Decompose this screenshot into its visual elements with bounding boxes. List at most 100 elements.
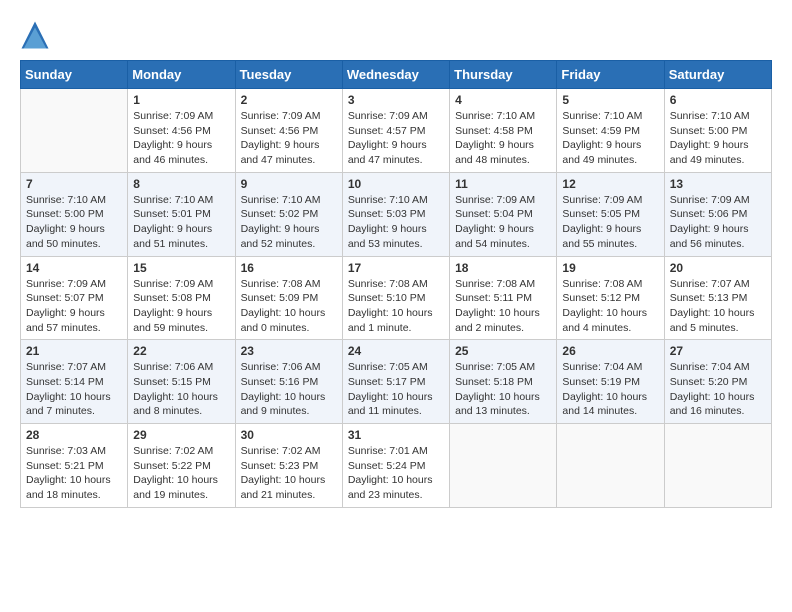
calendar-week-row: 7Sunrise: 7:10 AM Sunset: 5:00 PM Daylig… [21,172,772,256]
calendar-cell: 9 Sunrise: 7:10 AM Sunset: 5:02 PM Daylig… [235,172,342,256]
day-number: 22 [133,344,229,358]
day-info: Sunrise: 7:05 AM Sunset: 5:18 PM Dayligh… [455,360,551,419]
logo-icon [20,20,50,50]
day-number: 20 [670,261,766,275]
day-number: 27 [670,344,766,358]
day-info: Sunrise: 7:10 AM Sunset: 5:01 PM Dayligh… [133,193,229,252]
calendar-cell: 7Sunrise: 7:10 AM Sunset: 5:00 PM Daylig… [21,172,128,256]
day-info: Sunrise: 7:03 AM Sunset: 5:21 PM Dayligh… [26,444,122,503]
day-number: 10 [348,177,444,191]
day-number: 19 [562,261,658,275]
calendar-cell: 1Sunrise: 7:09 AM Sunset: 4:56 PM Daylig… [128,89,235,173]
day-info: Sunrise: 7:09 AM Sunset: 5:08 PM Dayligh… [133,277,229,336]
calendar-header-row: SundayMondayTuesdayWednesdayThursdayFrid… [21,61,772,89]
calendar-cell [557,424,664,508]
header-thursday: Thursday [450,61,557,89]
calendar-cell: 20 Sunrise: 7:07 AM Sunset: 5:13 PM Dayli… [664,256,771,340]
day-info: Sunrise: 7:09 AM Sunset: 5:06 PM Dayligh… [670,193,766,252]
calendar-cell: 18 Sunrise: 7:08 AM Sunset: 5:11 PM Dayli… [450,256,557,340]
day-info: Sunrise: 7:08 AM Sunset: 5:12 PM Dayligh… [562,277,658,336]
day-number: 28 [26,428,122,442]
day-number: 5 [562,93,658,107]
calendar-cell: 26Sunrise: 7:04 AM Sunset: 5:19 PM Dayli… [557,340,664,424]
day-number: 13 [670,177,766,191]
calendar-cell: 3 Sunrise: 7:09 AM Sunset: 4:57 PM Daylig… [342,89,449,173]
calendar-cell: 5Sunrise: 7:10 AM Sunset: 4:59 PM Daylig… [557,89,664,173]
header-wednesday: Wednesday [342,61,449,89]
day-info: Sunrise: 7:10 AM Sunset: 5:00 PM Dayligh… [26,193,122,252]
day-info: Sunrise: 7:07 AM Sunset: 5:13 PM Dayligh… [670,277,766,336]
day-info: Sunrise: 7:09 AM Sunset: 5:05 PM Dayligh… [562,193,658,252]
day-info: Sunrise: 7:01 AM Sunset: 5:24 PM Dayligh… [348,444,444,503]
day-number: 9 [241,177,337,191]
calendar-cell: 21 Sunrise: 7:07 AM Sunset: 5:14 PM Dayli… [21,340,128,424]
calendar-week-row: 28 Sunrise: 7:03 AM Sunset: 5:21 PM Dayli… [21,424,772,508]
calendar-table: SundayMondayTuesdayWednesdayThursdayFrid… [20,60,772,508]
calendar-cell: 29 Sunrise: 7:02 AM Sunset: 5:22 PM Dayli… [128,424,235,508]
day-info: Sunrise: 7:10 AM Sunset: 4:58 PM Dayligh… [455,109,551,168]
calendar-cell: 23 Sunrise: 7:06 AM Sunset: 5:16 PM Dayli… [235,340,342,424]
page-header [20,20,772,50]
calendar-cell [21,89,128,173]
day-number: 14 [26,261,122,275]
calendar-cell: 24 Sunrise: 7:05 AM Sunset: 5:17 PM Dayli… [342,340,449,424]
header-friday: Friday [557,61,664,89]
day-info: Sunrise: 7:09 AM Sunset: 5:07 PM Dayligh… [26,277,122,336]
day-info: Sunrise: 7:09 AM Sunset: 4:57 PM Dayligh… [348,109,444,168]
header-sunday: Sunday [21,61,128,89]
day-info: Sunrise: 7:10 AM Sunset: 5:02 PM Dayligh… [241,193,337,252]
day-number: 21 [26,344,122,358]
day-info: Sunrise: 7:09 AM Sunset: 5:04 PM Dayligh… [455,193,551,252]
calendar-week-row: 1Sunrise: 7:09 AM Sunset: 4:56 PM Daylig… [21,89,772,173]
calendar-cell: 27Sunrise: 7:04 AM Sunset: 5:20 PM Dayli… [664,340,771,424]
calendar-cell: 2 Sunrise: 7:09 AM Sunset: 4:56 PM Daylig… [235,89,342,173]
day-info: Sunrise: 7:07 AM Sunset: 5:14 PM Dayligh… [26,360,122,419]
calendar-cell: 4Sunrise: 7:10 AM Sunset: 4:58 PM Daylig… [450,89,557,173]
calendar-cell: 6 Sunrise: 7:10 AM Sunset: 5:00 PM Daylig… [664,89,771,173]
calendar-cell: 28 Sunrise: 7:03 AM Sunset: 5:21 PM Dayli… [21,424,128,508]
day-number: 25 [455,344,551,358]
day-info: Sunrise: 7:05 AM Sunset: 5:17 PM Dayligh… [348,360,444,419]
calendar-cell: 10 Sunrise: 7:10 AM Sunset: 5:03 PM Dayli… [342,172,449,256]
calendar-cell: 30 Sunrise: 7:02 AM Sunset: 5:23 PM Dayli… [235,424,342,508]
day-info: Sunrise: 7:02 AM Sunset: 5:22 PM Dayligh… [133,444,229,503]
day-number: 2 [241,93,337,107]
calendar-cell: 16Sunrise: 7:08 AM Sunset: 5:09 PM Dayli… [235,256,342,340]
day-info: Sunrise: 7:09 AM Sunset: 4:56 PM Dayligh… [241,109,337,168]
calendar-cell: 8Sunrise: 7:10 AM Sunset: 5:01 PM Daylig… [128,172,235,256]
calendar-cell: 14 Sunrise: 7:09 AM Sunset: 5:07 PM Dayli… [21,256,128,340]
calendar-cell: 25 Sunrise: 7:05 AM Sunset: 5:18 PM Dayli… [450,340,557,424]
day-number: 12 [562,177,658,191]
calendar-cell: 19 Sunrise: 7:08 AM Sunset: 5:12 PM Dayli… [557,256,664,340]
header-tuesday: Tuesday [235,61,342,89]
day-number: 23 [241,344,337,358]
logo [20,20,54,50]
day-number: 30 [241,428,337,442]
calendar-cell: 22Sunrise: 7:06 AM Sunset: 5:15 PM Dayli… [128,340,235,424]
day-number: 6 [670,93,766,107]
calendar-cell: 13 Sunrise: 7:09 AM Sunset: 5:06 PM Dayli… [664,172,771,256]
header-saturday: Saturday [664,61,771,89]
calendar-week-row: 14 Sunrise: 7:09 AM Sunset: 5:07 PM Dayli… [21,256,772,340]
day-info: Sunrise: 7:08 AM Sunset: 5:11 PM Dayligh… [455,277,551,336]
calendar-cell: 11Sunrise: 7:09 AM Sunset: 5:04 PM Dayli… [450,172,557,256]
day-info: Sunrise: 7:02 AM Sunset: 5:23 PM Dayligh… [241,444,337,503]
calendar-week-row: 21 Sunrise: 7:07 AM Sunset: 5:14 PM Dayli… [21,340,772,424]
day-info: Sunrise: 7:10 AM Sunset: 5:03 PM Dayligh… [348,193,444,252]
day-info: Sunrise: 7:06 AM Sunset: 5:16 PM Dayligh… [241,360,337,419]
day-info: Sunrise: 7:09 AM Sunset: 4:56 PM Dayligh… [133,109,229,168]
day-number: 29 [133,428,229,442]
calendar-cell: 12 Sunrise: 7:09 AM Sunset: 5:05 PM Dayli… [557,172,664,256]
day-number: 24 [348,344,444,358]
calendar-cell [664,424,771,508]
day-number: 18 [455,261,551,275]
day-number: 3 [348,93,444,107]
day-info: Sunrise: 7:08 AM Sunset: 5:10 PM Dayligh… [348,277,444,336]
day-number: 15 [133,261,229,275]
day-number: 31 [348,428,444,442]
day-info: Sunrise: 7:10 AM Sunset: 5:00 PM Dayligh… [670,109,766,168]
header-monday: Monday [128,61,235,89]
calendar-cell: 15 Sunrise: 7:09 AM Sunset: 5:08 PM Dayli… [128,256,235,340]
day-number: 17 [348,261,444,275]
calendar-cell: 31 Sunrise: 7:01 AM Sunset: 5:24 PM Dayli… [342,424,449,508]
